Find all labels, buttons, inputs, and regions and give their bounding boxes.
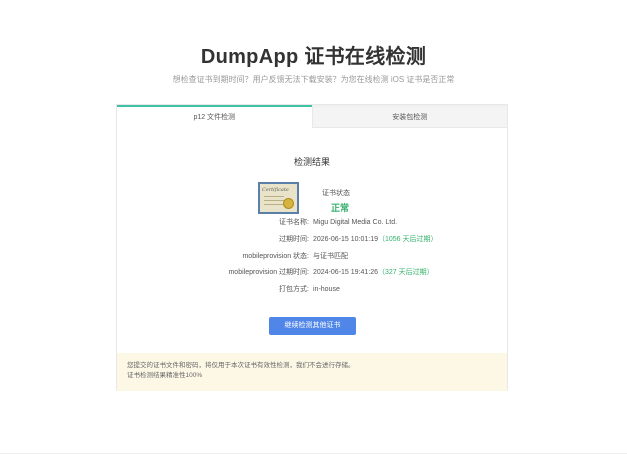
row-note: （1056 天后过期） xyxy=(378,236,438,243)
certificate-icon-script: Certificate xyxy=(262,187,289,193)
certificate-icon-lines xyxy=(264,196,284,197)
page-divider xyxy=(0,453,627,454)
row-value: 2026-06-15 10:01:19 xyxy=(313,236,378,243)
row-label: 过期时间: xyxy=(279,236,309,243)
row-provision-status: mobileprovision 状态: 与证书匹配 xyxy=(117,251,507,263)
cert-status-label: 证书状态 xyxy=(322,190,350,197)
row-label: 打包方式: xyxy=(279,286,309,293)
row-value-wrap: 2026-06-15 10:01:19（1056 天后过期） xyxy=(313,234,438,246)
row-value: in-house xyxy=(313,286,340,293)
row-value: 与证书匹配 xyxy=(313,253,348,260)
row-cert-name: 证书名称: Migu Digital Media Co. Ltd. xyxy=(117,217,507,229)
row-expire-time: 过期时间: 2026-06-15 10:01:19（1056 天后过期） xyxy=(117,234,507,246)
privacy-notice: 您提交的证书文件和密码，将仅用于本次证书有效性检测，我们不会进行存储。 证书检测… xyxy=(117,353,507,391)
page-title: DumpApp 证书在线检测 xyxy=(200,46,427,68)
page-subtitle: 想检查证书到期时间？用户反馈无法下载安装？为您在线检测 iOS 证书是否正常 xyxy=(172,75,455,84)
row-value: Migu Digital Media Co. Ltd. xyxy=(313,219,398,226)
row-value: 2024-06-15 19:41:26 xyxy=(313,269,378,276)
tab-bar: p12 文件检测 安装包检测 xyxy=(117,105,507,128)
notice-line-1: 您提交的证书文件和密码，将仅用于本次证书有效性检测，我们不会进行存储。 xyxy=(127,362,355,369)
row-label: mobileprovision 状态: xyxy=(242,253,309,260)
continue-check-button[interactable]: 继续检测其他证书 xyxy=(269,317,356,335)
row-value-wrap: 2024-06-15 19:41:26（327 天后过期） xyxy=(313,267,434,279)
row-label: mobileprovision 过期时间: xyxy=(228,269,309,276)
result-title: 检测结果 xyxy=(293,157,330,167)
row-package-method: 打包方式: in-house xyxy=(117,284,507,296)
row-provision-expire: mobileprovision 过期时间: 2024-06-15 19:41:2… xyxy=(117,267,507,279)
row-note: （327 天后过期） xyxy=(378,269,434,276)
seal-icon xyxy=(283,198,294,209)
row-label: 证书名称: xyxy=(279,219,309,226)
tab-p12-check[interactable]: p12 文件检测 xyxy=(117,105,312,128)
check-card: p12 文件检测 安装包检测 检测结果 Certificate 证书状态 正常 … xyxy=(116,104,508,391)
cert-status-value: 正常 xyxy=(331,203,350,213)
certificate-icon: Certificate xyxy=(258,182,299,214)
tab-package-check[interactable]: 安装包检测 xyxy=(311,105,507,128)
notice-line-2: 证书检测结果精准性100% xyxy=(127,372,203,379)
